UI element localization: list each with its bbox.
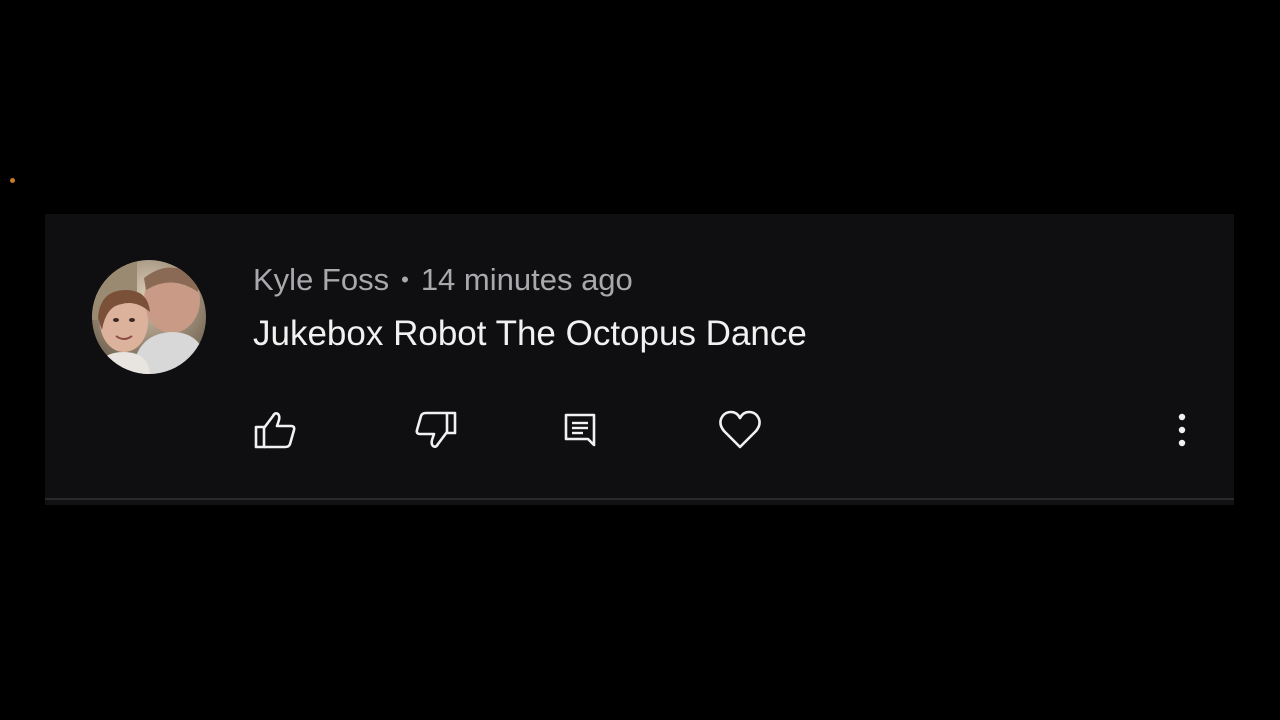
stray-dot [10, 178, 15, 183]
screen: Kyle Foss • 14 minutes ago Jukebox Robot… [0, 0, 1280, 720]
dislike-button[interactable] [408, 402, 464, 458]
heart-icon [719, 410, 761, 449]
comment-card: Kyle Foss • 14 minutes ago Jukebox Robot… [45, 214, 1234, 498]
card-divider [45, 498, 1234, 505]
meta-separator: • [401, 267, 409, 292]
comment-meta: Kyle Foss • 14 minutes ago [253, 260, 633, 300]
like-button[interactable] [247, 402, 303, 458]
reply-button[interactable] [552, 402, 608, 458]
comment-timestamp: 14 minutes ago [420, 262, 633, 297]
more-options-button[interactable] [1154, 402, 1210, 458]
thumbs-down-icon [415, 411, 457, 448]
more-vertical-icon [1178, 413, 1186, 447]
thumbs-up-icon [254, 412, 296, 449]
heart-button[interactable] [712, 402, 768, 458]
author-name[interactable]: Kyle Foss [253, 262, 389, 298]
avatar[interactable] [92, 260, 206, 374]
avatar-photo [92, 260, 206, 374]
comment-text: Jukebox Robot The Octopus Dance [253, 314, 807, 353]
comment-icon [564, 413, 596, 447]
